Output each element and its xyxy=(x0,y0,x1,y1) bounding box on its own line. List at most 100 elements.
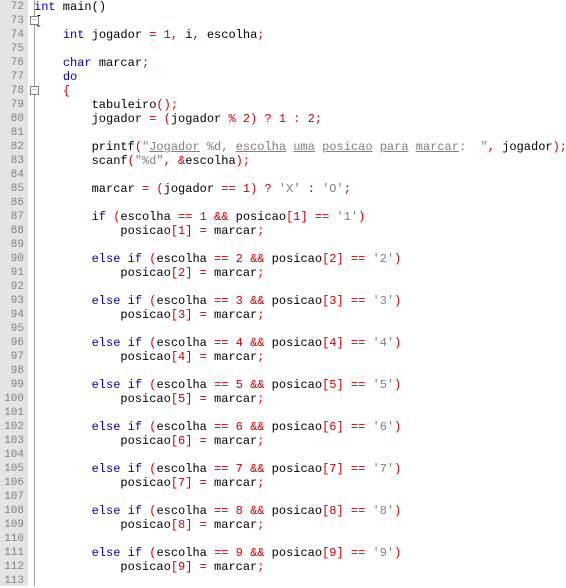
token-num: 7 xyxy=(236,462,243,476)
code-editor[interactable]: 7273747576777879808182838485868788899091… xyxy=(0,0,566,586)
token-num: 1 xyxy=(164,28,171,42)
token-txt xyxy=(228,504,235,518)
token-op: = ( xyxy=(149,112,171,126)
token-txt: posicao xyxy=(34,266,171,280)
token-op: == xyxy=(214,504,228,518)
code-line[interactable]: posicao[2] = marcar; xyxy=(34,266,566,280)
code-line[interactable]: { xyxy=(34,14,566,28)
token-op: ) ? xyxy=(250,112,272,126)
code-line[interactable]: else if (escolha == 3 && posicao[3] == '… xyxy=(34,294,566,308)
fold-toggle-icon[interactable]: − xyxy=(30,86,39,95)
code-line[interactable] xyxy=(34,238,566,252)
code-line[interactable]: scanf("%d", &escolha); xyxy=(34,154,566,168)
code-line[interactable]: marcar = (jogador == 1) ? 'X' : 'O'; xyxy=(34,182,566,196)
code-line[interactable]: posicao[5] = marcar; xyxy=(34,392,566,406)
code-line[interactable] xyxy=(34,322,566,336)
token-op: ( xyxy=(128,154,135,168)
code-line[interactable] xyxy=(34,126,566,140)
code-line[interactable]: posicao[7] = marcar; xyxy=(34,476,566,490)
code-line[interactable]: else if (escolha == 5 && posicao[5] == '… xyxy=(34,378,566,392)
code-line[interactable]: else if (escolha == 6 && posicao[6] == '… xyxy=(34,420,566,434)
line-number: 84 xyxy=(2,168,24,182)
line-number-gutter: 7273747576777879808182838485868788899091… xyxy=(0,0,28,586)
code-line[interactable]: if (escolha == 1 && posicao[1] == '1') xyxy=(34,210,566,224)
token-op: ; xyxy=(257,224,264,238)
code-line[interactable] xyxy=(34,364,566,378)
code-line[interactable]: else if (escolha == 4 && posicao[4] == '… xyxy=(34,336,566,350)
code-line[interactable]: else if (escolha == 7 && posicao[7] == '… xyxy=(34,462,566,476)
code-line[interactable] xyxy=(34,448,566,462)
fold-toggle-icon[interactable]: − xyxy=(30,16,39,25)
token-op: && xyxy=(250,420,264,434)
token-op: [ xyxy=(171,560,178,574)
token-op: = ( xyxy=(142,182,164,196)
code-line[interactable]: { xyxy=(34,84,566,98)
token-txt: escolha xyxy=(156,546,214,560)
code-line[interactable] xyxy=(34,532,566,546)
token-txt xyxy=(243,546,250,560)
token-str: "%d" xyxy=(135,154,164,168)
line-number: 107 xyxy=(2,490,24,504)
line-number: 112 xyxy=(2,560,24,574)
code-line[interactable]: jogador = (jogador % 2) ? 1 : 2; xyxy=(34,112,566,126)
code-line[interactable] xyxy=(34,196,566,210)
token-kw: else if xyxy=(92,504,142,518)
token-ch: '4' xyxy=(373,336,395,350)
code-line[interactable]: char marcar; xyxy=(34,56,566,70)
token-txt: i xyxy=(178,28,192,42)
token-txt: marcar xyxy=(207,392,257,406)
code-line[interactable]: do xyxy=(34,70,566,84)
code-line[interactable]: else if (escolha == 2 && posicao[2] == '… xyxy=(34,252,566,266)
token-op: ) xyxy=(394,252,401,266)
code-line[interactable]: printf("Jogador %d, escolha uma posicao … xyxy=(34,140,566,154)
token-str-u: escolha xyxy=(236,140,286,154)
code-line[interactable]: posicao[3] = marcar; xyxy=(34,308,566,322)
token-op: && xyxy=(250,462,264,476)
code-line[interactable] xyxy=(34,42,566,56)
code-line[interactable]: posicao[4] = marcar; xyxy=(34,350,566,364)
token-op: ] == xyxy=(336,462,365,476)
line-number: 95 xyxy=(2,322,24,336)
token-ch: '5' xyxy=(373,378,395,392)
token-kw: else if xyxy=(92,336,142,350)
code-line[interactable] xyxy=(34,280,566,294)
code-line[interactable] xyxy=(34,406,566,420)
token-txt xyxy=(228,420,235,434)
token-str: : " xyxy=(459,140,488,154)
code-line[interactable] xyxy=(34,168,566,182)
code-line[interactable]: posicao[8] = marcar; xyxy=(34,518,566,532)
code-line[interactable]: else if (escolha == 8 && posicao[8] == '… xyxy=(34,504,566,518)
token-op: ) xyxy=(394,546,401,560)
token-ch: '8' xyxy=(373,504,395,518)
token-txt xyxy=(228,294,235,308)
token-txt xyxy=(34,504,92,518)
code-line[interactable]: int main() xyxy=(34,0,566,14)
line-number: 85 xyxy=(2,182,24,196)
code-line[interactable]: posicao[9] = marcar; xyxy=(34,560,566,574)
token-op: ] == xyxy=(336,378,365,392)
token-op: ] = xyxy=(185,350,207,364)
token-txt xyxy=(34,378,92,392)
code-line[interactable]: int jogador = 1, i, escolha; xyxy=(34,28,566,42)
token-op: ; xyxy=(257,434,264,448)
code-line[interactable]: posicao[6] = marcar; xyxy=(34,434,566,448)
code-line[interactable]: tabuleiro(); xyxy=(34,98,566,112)
token-str-u: uma xyxy=(293,140,315,154)
code-line[interactable] xyxy=(34,490,566,504)
line-number: 97 xyxy=(2,350,24,364)
token-op: ] == xyxy=(336,336,365,350)
code-line[interactable]: posicao[1] = marcar; xyxy=(34,224,566,238)
token-ch: '2' xyxy=(373,252,395,266)
token-op: == xyxy=(214,546,228,560)
token-op: ] == xyxy=(300,210,329,224)
token-txt xyxy=(228,336,235,350)
code-area[interactable]: int main(){ int jogador = 1, i, escolha;… xyxy=(28,0,566,586)
code-line[interactable]: else if (escolha == 9 && posicao[9] == '… xyxy=(34,546,566,560)
token-txt: posicao xyxy=(264,420,322,434)
token-op: (); xyxy=(156,98,178,112)
line-number: 75 xyxy=(2,42,24,56)
token-txt: marcar xyxy=(34,182,142,196)
token-op: && xyxy=(250,252,264,266)
token-op: : xyxy=(308,182,315,196)
token-txt: escolha xyxy=(120,210,178,224)
